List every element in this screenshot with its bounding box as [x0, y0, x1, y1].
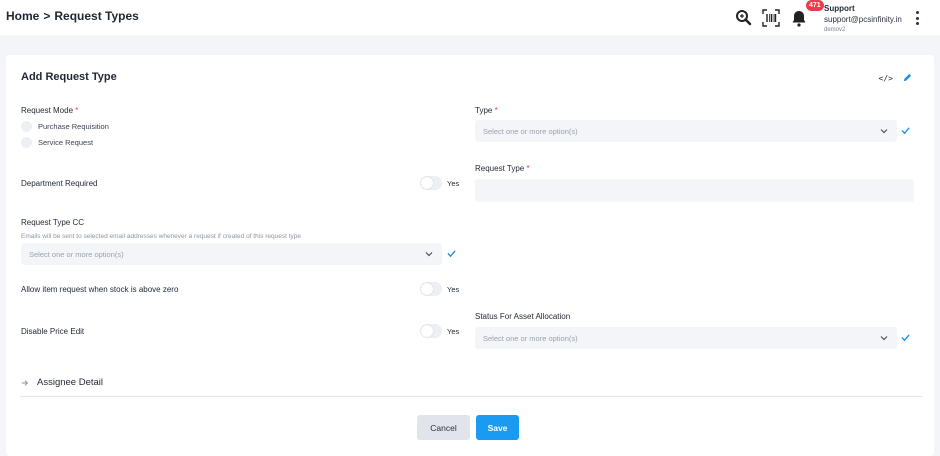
type-select[interactable]: Select one or more option(s) — [475, 120, 897, 142]
check-icon[interactable] — [901, 126, 910, 135]
top-bar: Home > Request Types 471 Support support… — [0, 0, 940, 35]
allow-item-request-toggle[interactable] — [420, 282, 442, 296]
status-asset-allocation-label: Status For Asset Allocation — [475, 312, 571, 321]
user-email: support@pcsinfinity.in — [824, 15, 902, 24]
cancel-button[interactable]: Cancel — [417, 415, 470, 440]
request-type-input[interactable] — [475, 179, 914, 202]
divider — [20, 396, 922, 397]
allow-item-request-label: Allow item request when stock is above z… — [21, 285, 179, 294]
request-type-cc-label: Request Type CC — [21, 218, 84, 227]
status-asset-allocation-select[interactable]: Select one or more option(s) — [475, 327, 897, 349]
department-required-toggle[interactable] — [420, 176, 442, 190]
user-tenant: demov2 — [824, 27, 846, 33]
department-required-toggle-label: Yes — [447, 179, 460, 188]
breadcrumb: Home > Request Types — [6, 9, 139, 23]
kebab-menu-icon[interactable] — [914, 11, 920, 25]
code-icon[interactable]: </> — [879, 74, 893, 83]
chevron-down-icon — [880, 336, 888, 341]
disable-price-edit-toggle[interactable] — [420, 324, 442, 338]
disable-price-edit-toggle-label: Yes — [447, 327, 460, 336]
breadcrumb-separator: > — [43, 9, 51, 23]
type-label: Type * — [475, 106, 498, 115]
radio-service-request[interactable]: Service Request — [21, 137, 93, 148]
radio-button[interactable] — [21, 137, 32, 148]
check-icon[interactable] — [447, 249, 456, 258]
request-mode-label: Request Mode * — [21, 106, 79, 115]
radio-button[interactable] — [21, 121, 32, 132]
disable-price-edit-label: Disable Price Edit — [21, 327, 85, 336]
radio-purchase-requisition[interactable]: Purchase Requisition — [21, 121, 109, 132]
request-type-cc-hint: Emails will be sent to selected email ad… — [21, 233, 302, 240]
edit-pencil-icon[interactable] — [903, 69, 912, 87]
card-title: Add Request Type — [21, 71, 117, 83]
bell-icon[interactable] — [789, 8, 809, 28]
request-type-label: Request Type * — [475, 164, 530, 173]
check-icon[interactable] — [901, 333, 910, 342]
breadcrumb-current: Request Types — [54, 9, 139, 23]
request-type-cc-select[interactable]: Select one or more option(s) — [21, 243, 442, 265]
arrow-right-icon — [21, 379, 29, 386]
assignee-detail-toggle[interactable]: Assignee Detail — [21, 377, 103, 388]
save-button[interactable]: Save — [476, 415, 519, 440]
barcode-scanner-icon[interactable] — [761, 8, 781, 28]
search-icon[interactable] — [734, 8, 754, 28]
user-info[interactable]: Support support@pcsinfinity.in demov2 — [824, 3, 902, 36]
notification-badge: 471 — [806, 0, 824, 11]
breadcrumb-home[interactable]: Home — [6, 9, 39, 23]
add-request-type-card: Add Request Type </> Request Mode * Purc… — [6, 55, 934, 456]
assignee-detail-label: Assignee Detail — [37, 377, 104, 388]
allow-item-request-toggle-label: Yes — [447, 285, 460, 294]
card-tools: </> — [879, 69, 912, 87]
user-name: Support — [824, 4, 855, 13]
chevron-down-icon — [880, 129, 888, 134]
chevron-down-icon — [425, 252, 433, 257]
department-required-label: Department Required — [21, 179, 98, 188]
